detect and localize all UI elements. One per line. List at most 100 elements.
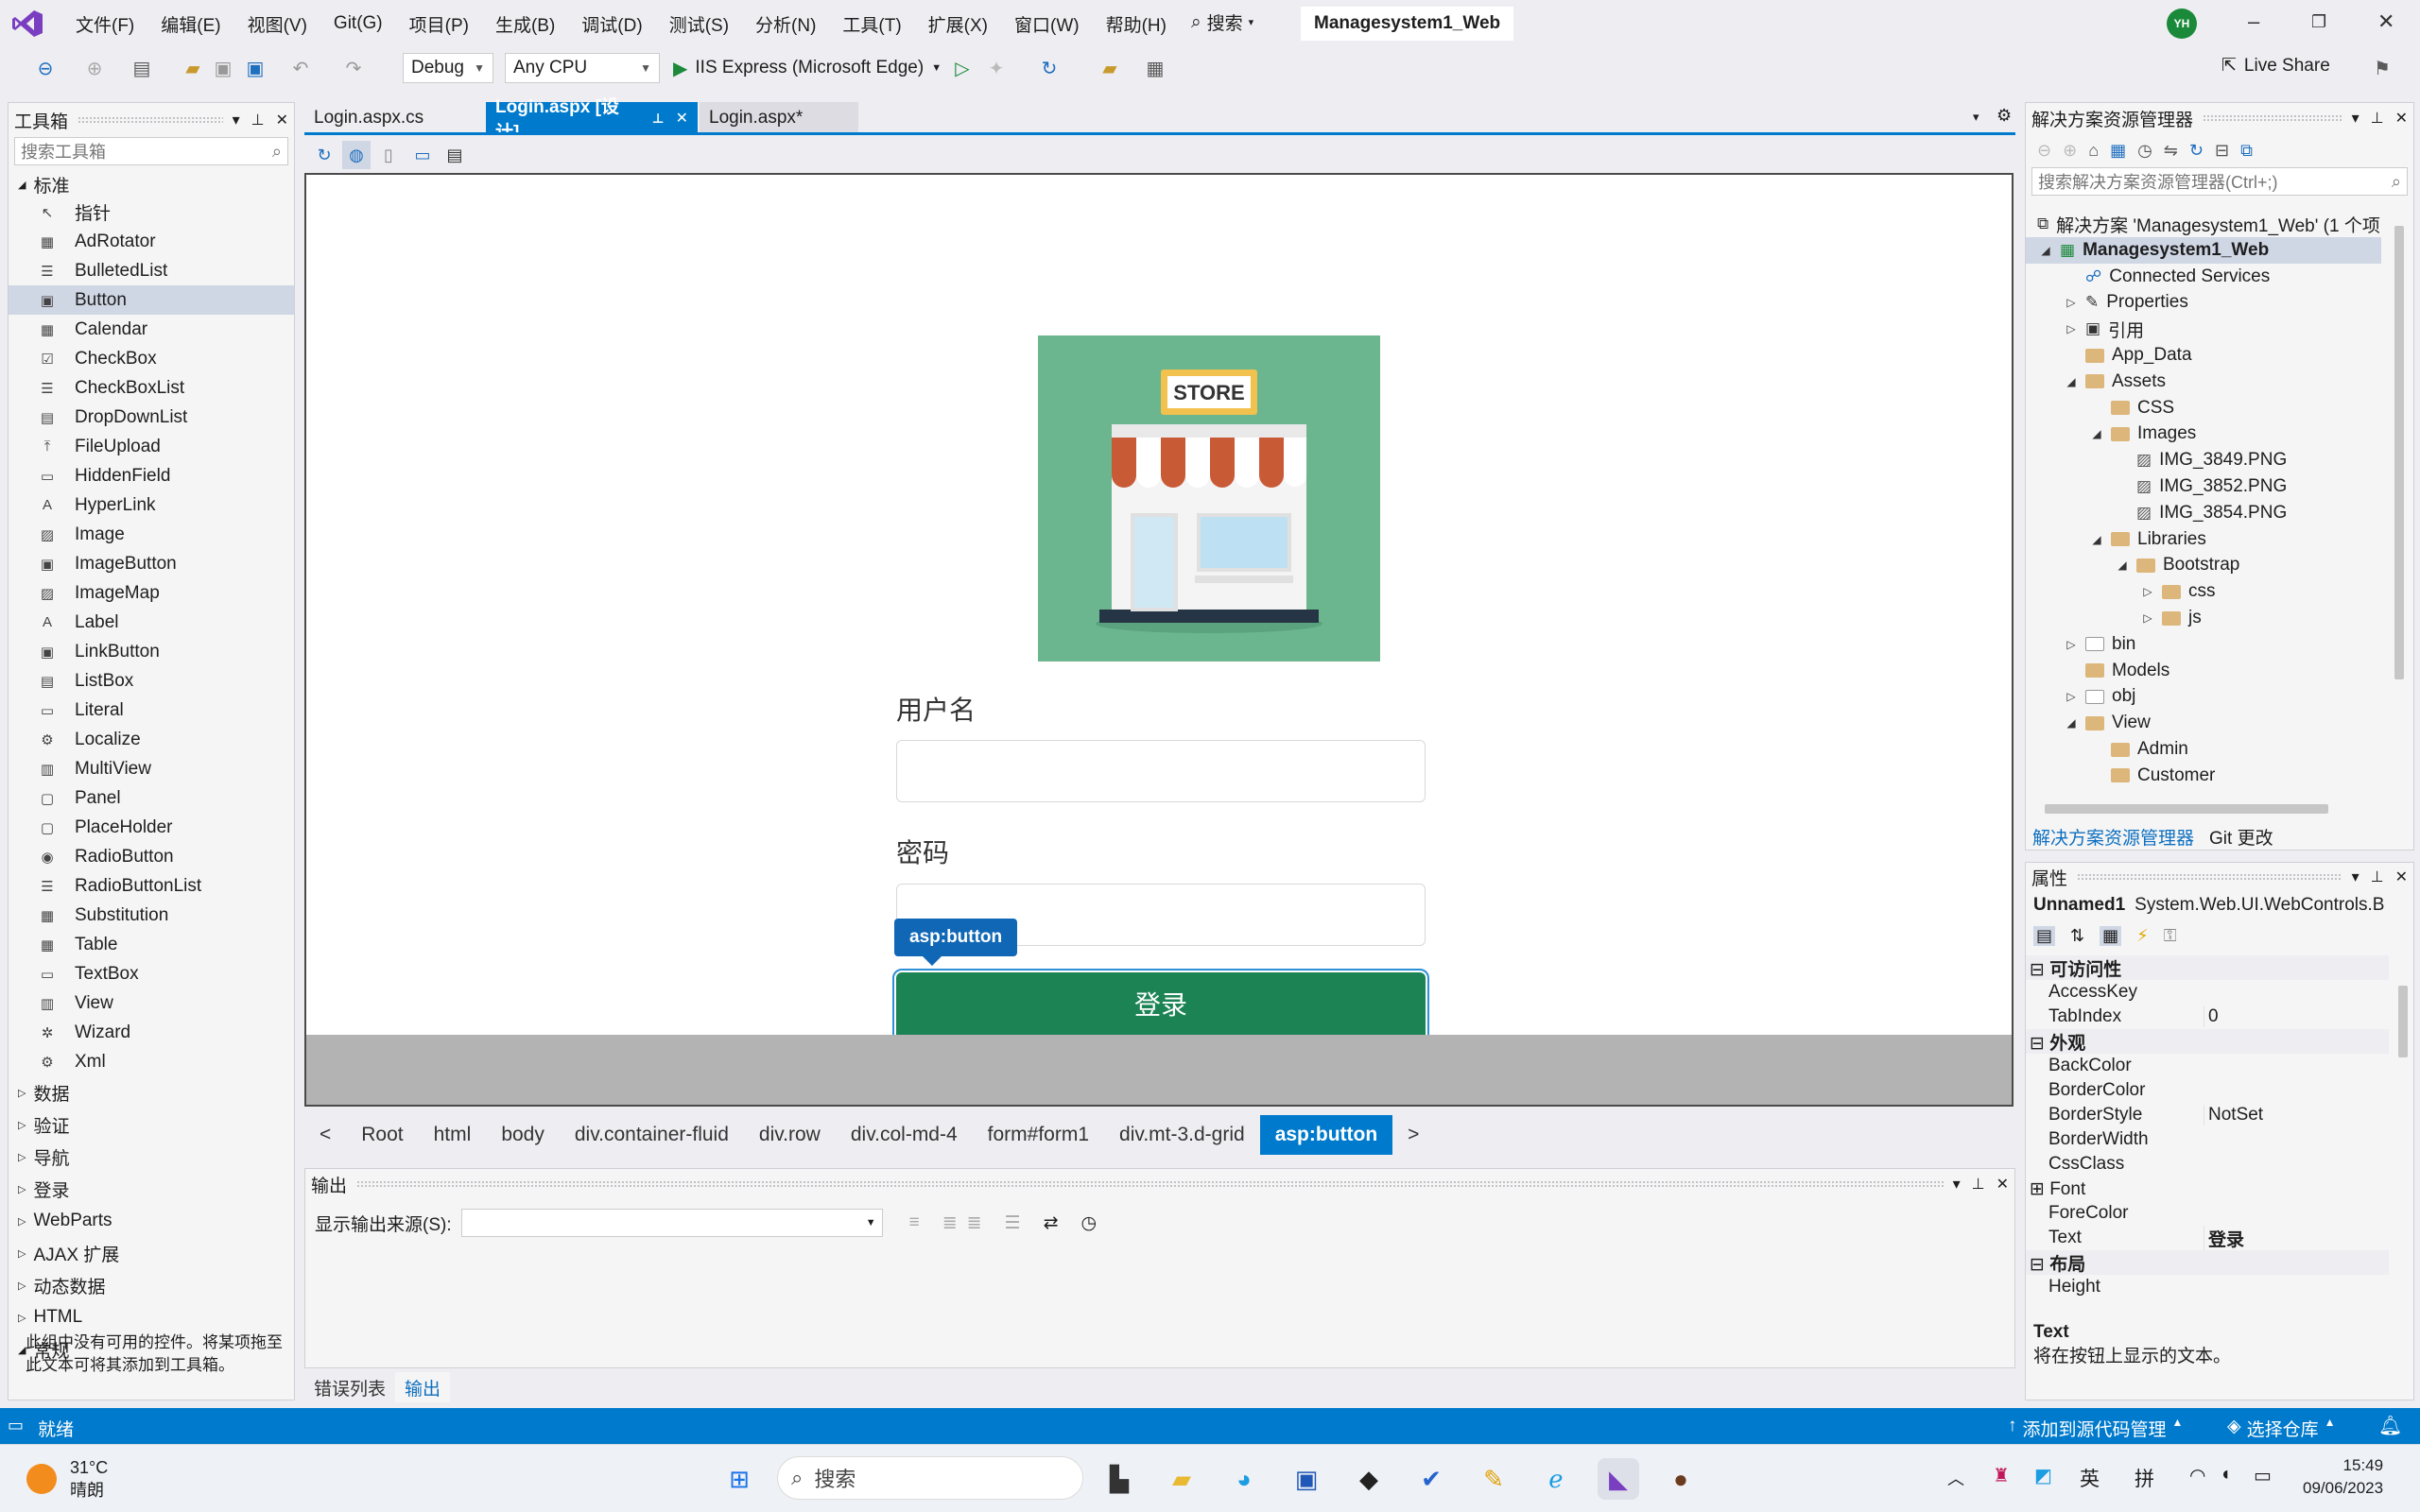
solution-search-input[interactable]: 搜索解决方案资源管理器(Ctrl+;) ⌕ (2031, 167, 2408, 196)
toolbox-item-radiobuttonlist[interactable]: ☰ RadioButtonList (9, 871, 294, 901)
tree-node[interactable]: ◢ View (2065, 710, 2150, 736)
save-all-icon[interactable]: ▣ (242, 55, 268, 81)
menu-git[interactable]: Git(G) (320, 13, 396, 34)
browser-sync-icon[interactable]: ◍ (342, 141, 371, 169)
toolbox-item-substitution[interactable]: ▦ Substitution (9, 901, 294, 930)
toolbox-item-multiview[interactable]: ▥ MultiView (9, 754, 294, 783)
jetbrains-icon[interactable]: ◆ (1348, 1458, 1390, 1500)
tree-node[interactable]: ◢ Assets (2065, 369, 2166, 395)
file-explorer-icon[interactable]: ▰ (1161, 1458, 1202, 1500)
property-row[interactable]: Height (2026, 1275, 2389, 1299)
toolbox-group[interactable]: ▷ AJAX 扩展 (9, 1237, 294, 1269)
close-icon[interactable]: ✕ (676, 109, 688, 128)
property-row[interactable]: ForeColor (2026, 1201, 2389, 1226)
start-debugging-button[interactable]: ▶ IIS Express (Microsoft Edge) ▼ (673, 53, 942, 83)
add-source-control-button[interactable]: ↑ 添加到源代码管理 ▲ (2008, 1416, 2183, 1441)
visual-studio-icon[interactable]: ◣ (1598, 1458, 1639, 1500)
switch-views-icon[interactable]: ▦ (2110, 141, 2126, 161)
refresh-icon[interactable]: ↻ (2189, 141, 2204, 161)
breadcrumb-scroll-left[interactable]: < (304, 1115, 346, 1155)
prev-message-icon[interactable]: ≣ (942, 1212, 958, 1234)
vertical-scrollbar[interactable] (2398, 986, 2408, 1057)
vertical-scrollbar[interactable] (2394, 226, 2404, 679)
toolbox-group[interactable]: ▷ HTML (9, 1301, 294, 1333)
folder-icon[interactable]: ▰ (1097, 55, 1123, 81)
task-view-icon[interactable]: ▙ (1098, 1458, 1140, 1500)
collapse-box-icon[interactable]: ⊟ (2030, 1255, 2049, 1275)
collapsed-icon[interactable]: ▷ (2065, 638, 2078, 651)
toolbox-item-hiddenfield[interactable]: ▭ HiddenField (9, 461, 294, 490)
property-row[interactable]: AccessKey (2026, 980, 2389, 1005)
close-icon[interactable]: ✕ (2395, 109, 2408, 128)
undo-icon[interactable]: ↶ (287, 55, 314, 81)
home-icon[interactable]: ⌂ (2088, 141, 2099, 161)
tree-node[interactable]: ◢ Bootstrap (2116, 552, 2239, 578)
login-button[interactable]: 登录 (892, 969, 1429, 1039)
toolbox-group[interactable]: ▷ 登录 (9, 1173, 294, 1205)
clear-all-icon[interactable]: ☰ (1005, 1212, 1021, 1234)
menu-test[interactable]: 测试(S) (656, 11, 742, 37)
close-icon[interactable]: ✕ (276, 111, 288, 129)
notifications-icon[interactable]: 🔔︎ (2378, 1414, 2402, 1437)
project-node[interactable]: ◢ ▦ Managesystem1_Web (2026, 236, 2381, 264)
menu-file[interactable]: 文件(F) (62, 11, 147, 37)
toolbox-group[interactable]: ▷ 动态数据 (9, 1269, 294, 1301)
property-row[interactable]: BackColor (2026, 1054, 2389, 1078)
breadcrumb-item[interactable]: div.row (744, 1115, 836, 1155)
document-outline-icon[interactable]: ▤ (441, 141, 469, 169)
property-value[interactable]: 0 (2204, 1006, 2389, 1027)
grip-dots[interactable] (356, 1180, 1944, 1188)
property-row[interactable]: CssClass (2026, 1152, 2389, 1177)
close-icon[interactable]: ✕ (2395, 868, 2408, 886)
tree-node[interactable]: ◢ Images (2090, 421, 2196, 447)
collapsed-icon[interactable]: ▷ (2141, 611, 2154, 625)
tree-node[interactable]: ◢ Libraries (2090, 526, 2206, 553)
menu-tools[interactable]: 工具(T) (829, 11, 914, 37)
expand-box-icon[interactable]: ⊞ (2030, 1179, 2049, 1199)
next-message-icon[interactable]: ≣ (967, 1212, 982, 1234)
selected-control-badge[interactable]: asp:button (894, 919, 1018, 966)
breadcrumb-item[interactable]: div.container-fluid (560, 1115, 744, 1155)
tray-sync-icon[interactable]: ◩ (2034, 1464, 2052, 1487)
tree-node[interactable]: ▷ ▣ 引用 (2065, 316, 2144, 342)
tree-node[interactable]: Customer (2090, 763, 2215, 789)
toolbox-item-xml[interactable]: ⚙ Xml (9, 1047, 294, 1076)
expanded-icon[interactable]: ◢ (2090, 427, 2103, 440)
wifi-icon[interactable]: ◠ (2189, 1464, 2205, 1487)
breadcrumb-item[interactable]: html (419, 1115, 487, 1155)
pin-icon[interactable]: ⊥ (652, 111, 665, 127)
toolbox-item-wizard[interactable]: ✲ Wizard (9, 1018, 294, 1047)
weather-widget[interactable]: 31°C 晴朗 (26, 1456, 108, 1502)
toolbox-item-dropdownlist[interactable]: ▤ DropDownList (9, 403, 294, 432)
property-row[interactable]: Text 登录 (2026, 1225, 2389, 1251)
property-pages-icon[interactable]: ⚿ (2164, 926, 2177, 946)
expanded-icon[interactable]: ◢ (2116, 558, 2129, 572)
properties-object-select[interactable]: Unnamed1 System.Web.UI.WebControls.B (2026, 891, 2413, 919)
tree-node[interactable]: CSS (2090, 395, 2174, 421)
toolbox-item-checkbox[interactable]: ☑ CheckBox (9, 344, 294, 373)
menu-view[interactable]: 视图(V) (234, 11, 320, 37)
tab-output[interactable]: 输出 (395, 1372, 451, 1402)
toolbox-group[interactable]: ▷ 验证 (9, 1108, 294, 1141)
tray-overflow-icon[interactable]: ︿ (1947, 1466, 1964, 1490)
minimize-icon[interactable]: – (2248, 9, 2259, 34)
menu-edit[interactable]: 编辑(E) (147, 11, 233, 37)
breadcrumb-item[interactable]: form#form1 (973, 1115, 1104, 1155)
global-search[interactable]: ⌕ 搜索 ▾ (1191, 9, 1253, 35)
toolbox-item-fileupload[interactable]: ⤒ FileUpload (9, 432, 294, 461)
toolbox-item-imagemap[interactable]: ▨ ImageMap (9, 578, 294, 608)
chevron-down-icon[interactable]: ▾ (2352, 868, 2360, 886)
tab-login-aspx-cs[interactable]: Login.aspx.cs (304, 102, 424, 134)
back-icon[interactable]: ⊖ (32, 55, 59, 81)
tab-error-list[interactable]: 错误列表 (304, 1372, 395, 1402)
live-share-button[interactable]: ⇱ Live Share (2221, 55, 2330, 77)
solution-node[interactable]: ⧉ 解决方案 'Managesystem1_Web' (1 个项 (2037, 211, 2380, 237)
solution-config-select[interactable]: Debug ▼ (403, 53, 493, 83)
sync-icon[interactable]: ⇋ (2164, 141, 2178, 161)
pin-icon[interactable]: ⊥ (2371, 868, 2384, 886)
toolbox-item-adrotator[interactable]: ▦ AdRotator (9, 227, 294, 256)
property-row[interactable]: BorderStyle NotSet (2026, 1103, 2389, 1127)
close-icon[interactable]: ✕ (2377, 9, 2394, 34)
categorized-icon[interactable]: ▤ (2033, 925, 2056, 946)
tree-node[interactable]: Admin (2090, 736, 2188, 763)
